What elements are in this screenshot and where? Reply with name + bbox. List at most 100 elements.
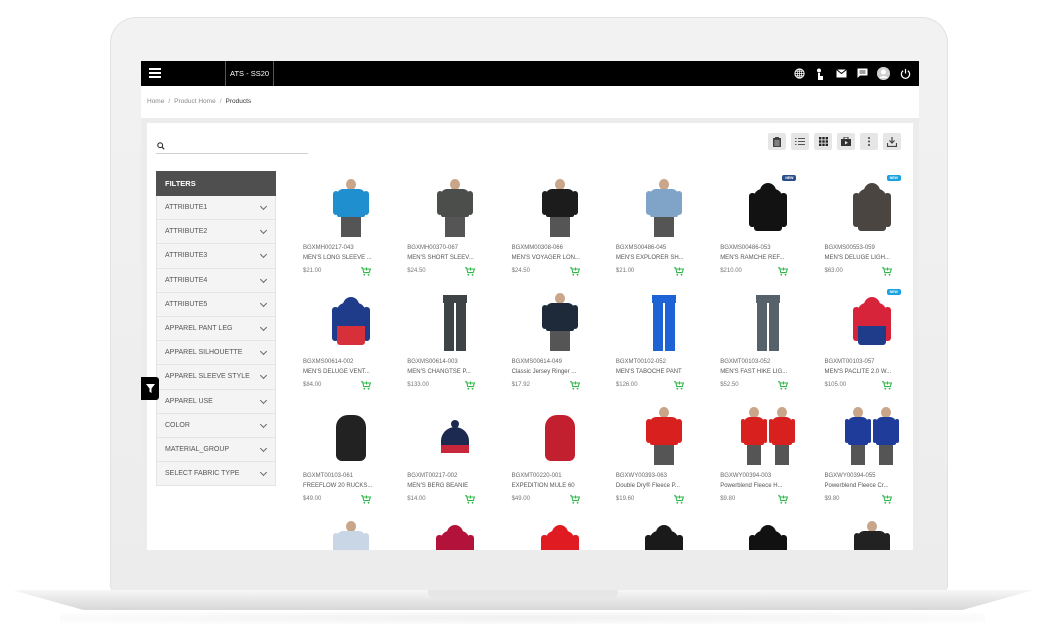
media-view-button[interactable] <box>837 133 855 150</box>
product-image[interactable] <box>425 177 485 237</box>
product-card[interactable]: BGXMT00217-002 MEN'S BERG BEANIE $14.00 <box>401 399 505 513</box>
product-name[interactable]: MEN'S TABOCHE PANT <box>616 369 682 375</box>
product-image[interactable] <box>738 177 798 237</box>
search-input[interactable] <box>168 140 306 153</box>
filter-item[interactable]: ATTRIBUTE2 <box>156 220 276 245</box>
filter-item[interactable]: APPAREL SLEEVE STYLE <box>156 365 276 390</box>
product-card[interactable]: BGXWY00394-055 Powerblend Fleece Cr... $9.… <box>818 399 919 513</box>
breadcrumb-home[interactable]: Home <box>147 98 164 105</box>
season-selector[interactable]: ATS - SS20 <box>225 61 275 86</box>
breadcrumb-product-home[interactable]: Product Home <box>174 98 216 105</box>
product-image[interactable] <box>634 519 694 550</box>
filter-item[interactable]: ATTRIBUTE5 <box>156 292 276 317</box>
product-card[interactable] <box>297 513 401 550</box>
product-name[interactable]: Double Dry® Fleece P... <box>616 483 680 489</box>
grid-view-button[interactable] <box>814 133 832 150</box>
download-button[interactable] <box>883 133 901 150</box>
product-card[interactable]: BGXMH00217-043 MEN'S LONG SLEEVE ... $21.0… <box>297 171 401 285</box>
product-image[interactable] <box>738 291 798 351</box>
product-image[interactable] <box>634 177 694 237</box>
product-name[interactable]: MEN'S RAMCHE REF... <box>720 255 784 261</box>
product-image[interactable] <box>842 177 902 237</box>
filter-item[interactable]: ATTRIBUTE3 <box>156 244 276 269</box>
filter-item[interactable]: ATTRIBUTE1 <box>156 196 276 221</box>
filter-item[interactable]: APPAREL USE <box>156 389 276 414</box>
product-card[interactable]: BGXMH00370-067 MEN'S SHORT SLEEV... $24.50 <box>401 171 505 285</box>
product-name[interactable]: MEN'S FAST HIKE LIG... <box>720 369 787 375</box>
add-to-cart-icon[interactable] <box>465 267 476 276</box>
add-to-cart-icon[interactable] <box>361 495 371 504</box>
add-to-cart-icon[interactable] <box>778 495 789 504</box>
filter-item[interactable]: ATTRIBUTE4 <box>156 268 276 293</box>
product-card[interactable]: BGXMT00220-001 EXPEDITION MULE 60 $49.00 <box>506 399 610 513</box>
product-card[interactable]: BGXMS00486-045 MEN'S EXPLORER SH... $21.00 <box>610 171 714 285</box>
product-image[interactable] <box>425 405 485 465</box>
globe-icon[interactable] <box>793 68 805 80</box>
product-name[interactable]: MEN'S DELUGE VENT... <box>303 369 370 375</box>
add-to-cart-icon[interactable] <box>882 267 893 276</box>
clipboard-view-button[interactable] <box>768 133 786 150</box>
product-image[interactable] <box>634 291 694 351</box>
product-image[interactable] <box>842 519 902 550</box>
product-image[interactable] <box>321 519 381 550</box>
product-image[interactable] <box>530 519 590 550</box>
add-to-cart-icon[interactable] <box>882 381 893 390</box>
add-to-cart-icon[interactable] <box>778 267 789 276</box>
product-image[interactable] <box>321 177 381 237</box>
product-card[interactable] <box>610 513 714 550</box>
product-name[interactable]: Classic Jersey Ringer ... <box>512 369 577 375</box>
add-to-cart-icon[interactable] <box>569 495 580 504</box>
chat-icon[interactable] <box>856 68 868 80</box>
add-to-cart-icon[interactable] <box>882 495 893 504</box>
product-image[interactable] <box>321 405 381 465</box>
hamburger-menu-icon[interactable] <box>149 68 161 79</box>
filter-item[interactable]: APPAREL PANT LEG <box>156 316 276 342</box>
filter-item[interactable]: SELECT FABRIC TYPE <box>156 462 276 487</box>
add-to-cart-icon[interactable] <box>673 267 684 276</box>
product-card[interactable]: BGXMT00103-061 FREEFLOW 20 RUCKS... $49.00 <box>297 399 401 513</box>
product-card[interactable] <box>401 513 505 550</box>
product-name[interactable]: MEN'S BERG BEANIE <box>407 483 468 489</box>
mail-icon[interactable] <box>835 68 847 80</box>
product-card[interactable]: BGXMS00614-003 MEN'S CHANGTSE P... $133.00 <box>401 285 505 399</box>
product-name[interactable]: MEN'S PACLITE 2.0 W... <box>824 369 891 375</box>
list-view-button[interactable] <box>791 133 809 150</box>
avatar[interactable] <box>877 67 890 80</box>
product-card[interactable]: BGXWY00394-003 Powerblend Fleece H... $9.8… <box>714 399 818 513</box>
product-name[interactable]: FREEFLOW 20 RUCKS... <box>303 483 372 489</box>
product-card[interactable] <box>506 513 610 550</box>
product-name[interactable]: Powerblend Fleece Cr... <box>824 483 888 489</box>
filter-item[interactable]: COLOR <box>156 413 276 438</box>
add-to-cart-icon[interactable] <box>465 495 476 504</box>
product-card[interactable]: NEW BGXMS00486-053 MEN'S RAMCHE REF... $210… <box>714 171 818 285</box>
product-card[interactable]: NEW BGXMT00103-057 MEN'S PACLITE 2.0 W... $… <box>818 285 919 399</box>
product-image[interactable] <box>530 177 590 237</box>
product-image[interactable] <box>530 291 590 351</box>
product-card[interactable]: BGXMS00614-049 Classic Jersey Ringer ... $… <box>506 285 610 399</box>
product-name[interactable]: MEN'S SHORT SLEEV... <box>407 255 473 261</box>
filter-item[interactable]: MATERIAL_GROUP <box>156 437 276 463</box>
product-name[interactable]: MEN'S DELUGE LIGH... <box>824 255 890 261</box>
product-card[interactable] <box>818 513 919 550</box>
add-to-cart-icon[interactable] <box>569 267 580 276</box>
product-card[interactable]: NEW BGXMS00553-059 MEN'S DELUGE LIGH... $63… <box>818 171 919 285</box>
product-image[interactable] <box>738 519 798 550</box>
product-image[interactable] <box>425 519 485 550</box>
product-image[interactable] <box>738 405 798 465</box>
product-card[interactable]: BGXMM00308-066 MEN'S VOYAGER LON... $24.50 <box>506 171 610 285</box>
product-name[interactable]: EXPEDITION MULE 60 <box>512 483 575 489</box>
product-name[interactable]: MEN'S VOYAGER LON... <box>512 255 580 261</box>
product-card[interactable]: BGXWY00393-063 Double Dry® Fleece P... $19… <box>610 399 714 513</box>
product-image[interactable] <box>842 291 902 351</box>
product-card[interactable]: BGXMS00614-002 MEN'S DELUGE VENT... $84.00 <box>297 285 401 399</box>
product-image[interactable] <box>842 405 902 465</box>
add-to-cart-icon[interactable] <box>673 495 684 504</box>
product-image[interactable] <box>425 291 485 351</box>
add-to-cart-icon[interactable] <box>361 267 371 276</box>
add-to-cart-icon[interactable] <box>361 381 371 390</box>
more-options-button[interactable] <box>860 133 878 150</box>
product-name[interactable]: MEN'S LONG SLEEVE ... <box>303 255 372 261</box>
product-card[interactable]: BGXMT00102-052 MEN'S TABOCHE PANT $126.00 <box>610 285 714 399</box>
product-image[interactable] <box>321 291 381 351</box>
product-name[interactable]: Powerblend Fleece H... <box>720 483 782 489</box>
